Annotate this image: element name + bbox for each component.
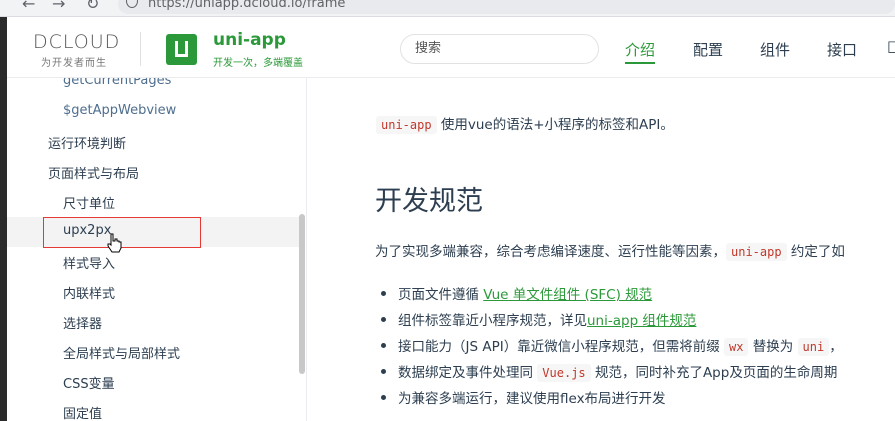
sidebar-item-size-unit[interactable]: 尺寸单位 bbox=[63, 193, 115, 212]
nav-overflow-item[interactable]: □ bbox=[887, 37, 895, 61]
bullet-dot bbox=[381, 343, 386, 348]
search-input[interactable]: 搜索 bbox=[400, 34, 599, 64]
address-text: https://uniapp.dcloud.io/frame bbox=[148, 0, 346, 11]
section-paragraph: 为了实现多端兼容，综合考虑编译速度、运行性能等因素， uni-app 约定了如 bbox=[375, 240, 845, 261]
sidebar-scrollbar[interactable] bbox=[299, 214, 305, 374]
inline-code: uni-app bbox=[376, 116, 437, 134]
forward-icon[interactable]: → bbox=[52, 0, 65, 13]
sidebar-item-getappwebview[interactable]: $getAppWebview bbox=[63, 103, 176, 118]
brand-name[interactable]: uni-app bbox=[213, 30, 286, 50]
nav-intro[interactable]: 介绍 bbox=[625, 39, 656, 64]
bullet-dot bbox=[381, 291, 386, 296]
bullet-text: 替换为 bbox=[748, 339, 798, 355]
inline-code: wx bbox=[724, 338, 749, 356]
bullet-dot bbox=[381, 395, 386, 400]
bullet-text: 为兼容多端运行，建议使用flex布局进行开发 bbox=[398, 391, 666, 407]
para-text: 为了实现多端兼容，综合考虑编译速度、运行性能等因素， bbox=[375, 244, 726, 260]
sidebar-item-page-style[interactable]: 页面样式与布局 bbox=[48, 163, 139, 182]
bullet-text: 数据绑定及事件处理同 bbox=[398, 365, 538, 381]
bullet-dot bbox=[381, 317, 386, 322]
info-icon[interactable] bbox=[126, 0, 138, 8]
brand-slogan: 开发一次，多端覆盖 bbox=[213, 58, 303, 69]
browser-toolbar: ← → ↻ https://uniapp.dcloud.io/frame bbox=[0, 0, 895, 17]
sidebar-item-inline-style[interactable]: 内联样式 bbox=[63, 283, 115, 302]
sidebar-item-runtime-env[interactable]: 运行环境判断 bbox=[48, 133, 126, 152]
nav-api[interactable]: 接口 bbox=[827, 39, 857, 60]
intro-paragraph: uni-app 使用vue的语法+小程序的标签和API。 bbox=[376, 113, 674, 134]
bullet-text: 页面文件遵循 bbox=[398, 287, 484, 303]
component-spec-link[interactable]: uni-app 组件规范 bbox=[587, 313, 696, 329]
bullet-text: 组件标签靠近小程序规范，详见 bbox=[398, 313, 587, 329]
sidebar-item-selector[interactable]: 选择器 bbox=[63, 313, 102, 332]
nav-config[interactable]: 配置 bbox=[693, 39, 723, 60]
main-content: uni-app 使用vue的语法+小程序的标签和API。 开发规范 为了实现多端… bbox=[307, 78, 895, 421]
divider bbox=[140, 32, 141, 66]
sidebar-item-fixed-value[interactable]: 固定值 bbox=[63, 403, 102, 421]
sidebar-item-style-import[interactable]: 样式导入 bbox=[63, 253, 115, 272]
intro-text: 使用vue的语法+小程序的标签和API。 bbox=[436, 117, 674, 133]
sidebar-item-getcurrentpages[interactable]: getCurrentPages bbox=[63, 78, 171, 88]
bullet-text: 接口能力（JS API）靠近微信小程序规范，但需将前缀 bbox=[398, 339, 724, 355]
back-icon[interactable]: ← bbox=[22, 0, 35, 13]
address-bar[interactable]: https://uniapp.dcloud.io/frame bbox=[118, 0, 895, 14]
nav-components[interactable]: 组件 bbox=[760, 39, 790, 60]
inline-code: Vue.js bbox=[537, 364, 591, 382]
hand-cursor-icon bbox=[107, 233, 122, 253]
section-title: 开发规范 bbox=[375, 186, 483, 217]
sidebar-item-global-local-style[interactable]: 全局样式与局部样式 bbox=[63, 343, 180, 362]
inline-code: uni bbox=[797, 338, 830, 356]
bullet-dot bbox=[381, 369, 386, 374]
dcloud-slogan: 为开发者而生 bbox=[41, 58, 107, 69]
sidebar: getCurrentPages $getAppWebview 运行环境判断 页面… bbox=[7, 78, 307, 421]
bullet-text: ， bbox=[829, 339, 843, 355]
sfc-spec-link[interactable]: Vue 单文件组件 (SFC) 规范 bbox=[483, 287, 652, 303]
highlight-box bbox=[43, 217, 201, 248]
uni-app-logo-icon[interactable] bbox=[166, 34, 197, 65]
desktop-edge bbox=[0, 17, 7, 421]
top-navbar: DCLOUD 为开发者而生 uni-app 开发一次，多端覆盖 搜索 介绍 配置… bbox=[7, 17, 895, 78]
reload-icon[interactable]: ↻ bbox=[86, 0, 99, 13]
inline-code: uni-app bbox=[726, 243, 787, 261]
bullet-text: 规范，同时补充了App及页面的生命周期 bbox=[590, 365, 838, 381]
dcloud-logo-text: DCLOUD bbox=[33, 31, 121, 53]
dcloud-logo[interactable]: DCLOUD 为开发者而生 bbox=[33, 31, 120, 69]
para-tail: 约定了如 bbox=[786, 244, 845, 260]
sidebar-item-css-var[interactable]: CSS变量 bbox=[63, 373, 115, 392]
